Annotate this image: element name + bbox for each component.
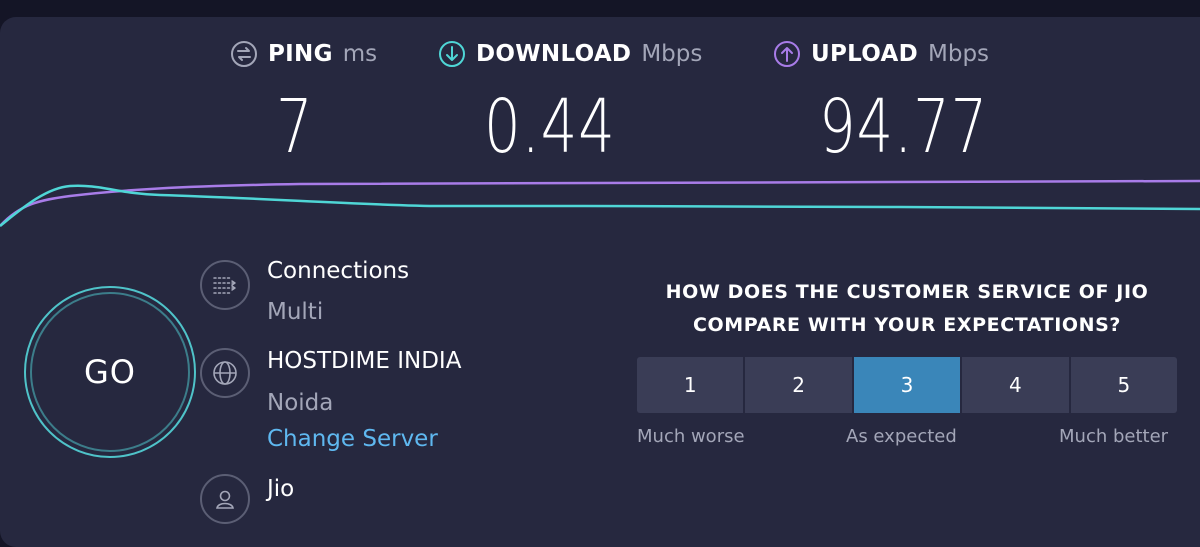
connections-value: Multi — [267, 299, 324, 325]
ping-metric: PING ms 7 — [230, 40, 377, 164]
upload-arrow-icon — [774, 41, 800, 67]
connections-icon — [200, 260, 250, 310]
go-label: GO — [84, 353, 136, 391]
survey-question-line1: HOW DOES THE CUSTOMER SERVICE OF JIO — [665, 281, 1149, 303]
upload-metric: UPLOAD Mbps 94.77 — [773, 40, 1036, 164]
download-metric: DOWNLOAD Mbps 0.44 — [438, 40, 702, 164]
server-name: HOSTDIME INDIA — [267, 348, 462, 374]
rating-option-1[interactable]: 1 — [637, 357, 744, 413]
rating-option-4[interactable]: 4 — [962, 357, 1069, 413]
upload-speed-line — [0, 179, 1200, 227]
download-arrow-icon — [439, 41, 465, 67]
rating-option-5[interactable]: 5 — [1070, 357, 1178, 413]
ping-icon — [231, 41, 257, 67]
scale-mid-label: As expected — [846, 426, 957, 447]
ping-unit: ms — [342, 41, 378, 67]
download-value: 0.44 — [484, 84, 616, 170]
download-unit: Mbps — [641, 41, 703, 67]
download-speed-line — [0, 184, 1200, 227]
rating-option-3[interactable]: 3 — [853, 357, 961, 413]
upload-value: 94.77 — [819, 84, 989, 170]
ping-header: PING ms — [230, 40, 377, 68]
upload-label: UPLOAD — [811, 41, 918, 67]
provider-name: Jio — [267, 476, 295, 502]
scale-high-label: Much better — [1059, 426, 1169, 447]
ping-value: 7 — [276, 84, 314, 170]
scale-low-label: Much worse — [637, 426, 745, 447]
upload-header: UPLOAD Mbps — [773, 40, 1036, 68]
ping-label: PING — [268, 41, 333, 67]
download-header: DOWNLOAD Mbps — [438, 40, 702, 68]
go-button[interactable]: GO — [24, 286, 196, 458]
rating-option-2[interactable]: 2 — [745, 357, 852, 413]
speed-graph — [0, 179, 1200, 227]
globe-icon — [200, 348, 250, 398]
rating-options: 1 2 3 4 5 — [637, 357, 1178, 413]
upload-unit: Mbps — [928, 41, 990, 67]
survey-question: HOW DOES THE CUSTOMER SERVICE OF JIO COM… — [637, 276, 1177, 342]
server-location: Noida — [267, 390, 334, 416]
download-label: DOWNLOAD — [476, 41, 632, 67]
survey-question-line2: COMPARE WITH YOUR EXPECTATIONS? — [692, 314, 1122, 336]
change-server-link[interactable]: Change Server — [267, 426, 438, 452]
connections-title: Connections — [267, 258, 410, 284]
